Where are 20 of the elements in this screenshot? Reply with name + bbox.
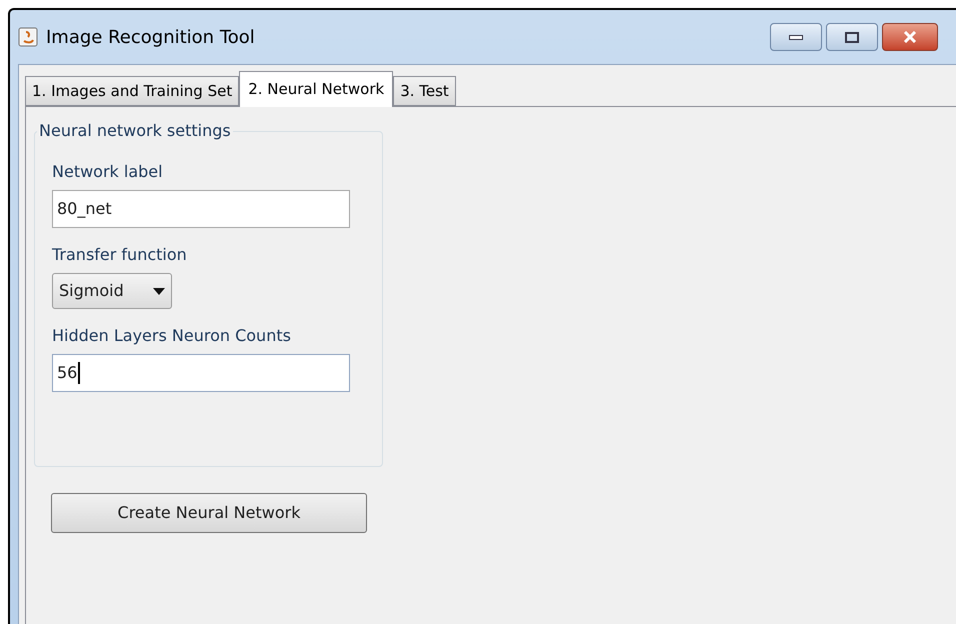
caret-icon: [153, 288, 165, 294]
field-label: Hidden Layers Neuron Counts: [52, 325, 292, 347]
window-title: Image Recognition Tool: [46, 26, 255, 50]
close-icon: [903, 31, 917, 43]
tab[interactable]: 2. Neural Network: [239, 71, 394, 107]
field-label: Transfer function: [52, 244, 188, 266]
minimize-button[interactable]: [770, 23, 822, 51]
app-icon: [18, 27, 38, 47]
text-cursor: [78, 362, 80, 384]
transfer-function-dropdown[interactable]: Sigmoid: [52, 273, 172, 309]
tab[interactable]: 3. Test: [393, 76, 456, 106]
close-button[interactable]: [882, 23, 938, 51]
create-network-button[interactable]: Create Neural Network: [51, 493, 367, 533]
maximize-icon: [845, 32, 859, 42]
minimize-icon: [789, 34, 803, 40]
tab[interactable]: 1. Images and Training Set: [25, 76, 240, 106]
maximize-button[interactable]: [826, 23, 878, 51]
field-label: Network label: [52, 161, 164, 183]
text-field[interactable]: 80_net: [52, 190, 350, 228]
text-field[interactable]: 56: [52, 354, 350, 392]
